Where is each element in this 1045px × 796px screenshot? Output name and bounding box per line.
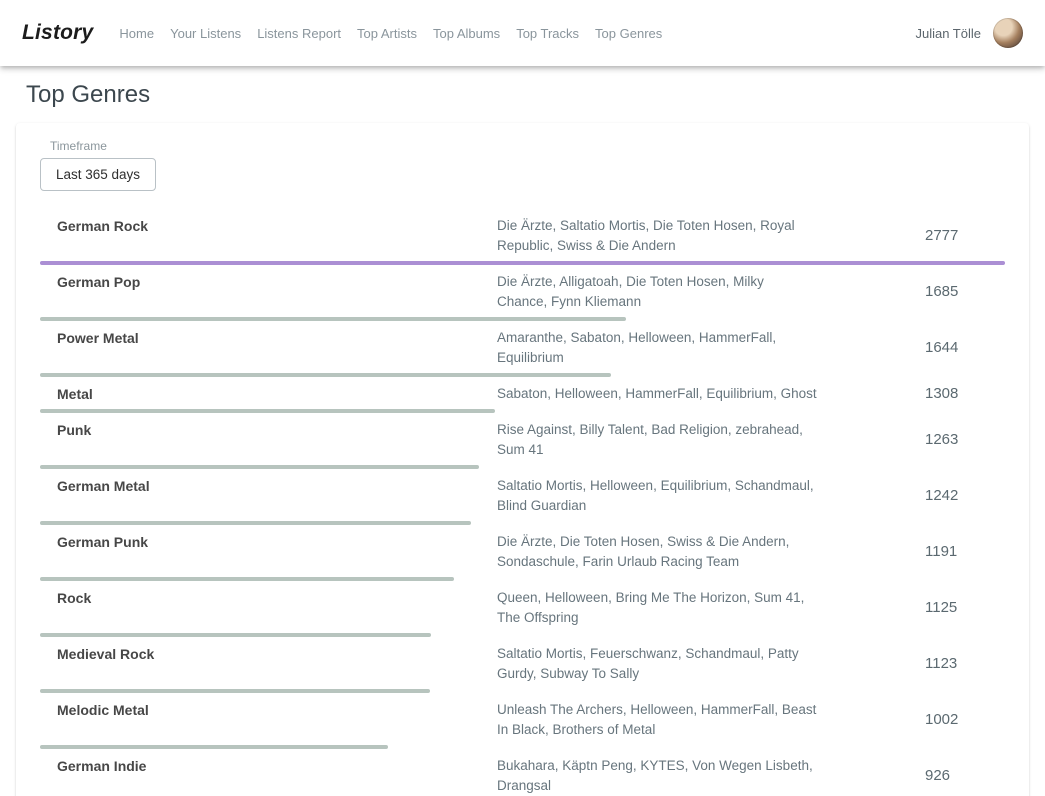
genre-row: Melodic Metal Unleash The Archers, Hello… xyxy=(40,693,1005,749)
user-name: Julian Tölle xyxy=(915,26,981,41)
genre-artists: Unleash The Archers, Helloween, HammerFa… xyxy=(497,700,817,740)
genre-row-content: German Metal Saltatio Mortis, Helloween,… xyxy=(40,476,1005,516)
genre-name: Metal xyxy=(40,384,497,404)
genre-name: Power Metal xyxy=(40,328,497,348)
genre-artists: Amaranthe, Sabaton, Helloween, HammerFal… xyxy=(497,328,817,368)
genre-row-content: German Punk Die Ärzte, Die Toten Hosen, … xyxy=(40,532,1005,572)
genre-artists: Rise Against, Billy Talent, Bad Religion… xyxy=(497,420,817,460)
genre-artists: Bukahara, Käptn Peng, KYTES, Von Wegen L… xyxy=(497,756,817,796)
genre-row: German Pop Die Ärzte, Alligatoah, Die To… xyxy=(40,265,1005,321)
genre-artists: Saltatio Mortis, Feuerschwanz, Schandmau… xyxy=(497,644,817,684)
genre-row: Medieval Rock Saltatio Mortis, Feuerschw… xyxy=(40,637,1005,693)
genre-row-content: Punk Rise Against, Billy Talent, Bad Rel… xyxy=(40,420,1005,460)
nav-item-listens-report[interactable]: Listens Report xyxy=(257,26,341,41)
genre-row-content: Metal Sabaton, Helloween, HammerFall, Eq… xyxy=(40,384,1005,404)
top-genres-card: Timeframe Last 365 days German Rock Die … xyxy=(16,123,1029,796)
genre-count: 926 xyxy=(855,766,1005,786)
timeframe-label: Timeframe xyxy=(50,139,1005,153)
genre-row-content: Rock Queen, Helloween, Bring Me The Hori… xyxy=(40,588,1005,628)
genre-count: 1263 xyxy=(855,430,1005,450)
user-avatar[interactable] xyxy=(993,18,1023,48)
genre-name: German Metal xyxy=(40,476,497,496)
genre-row-content: German Rock Die Ärzte, Saltatio Mortis, … xyxy=(40,216,1005,256)
genre-row: Power Metal Amaranthe, Sabaton, Hellowee… xyxy=(40,321,1005,377)
genre-count: 1308 xyxy=(855,384,1005,404)
app-bar: Listory Home Your Listens Listens Report To… xyxy=(0,0,1045,66)
genre-name: German Indie xyxy=(40,756,497,776)
nav-item-top-albums[interactable]: Top Albums xyxy=(433,26,500,41)
genre-artists: Die Ärzte, Die Toten Hosen, Swiss & Die … xyxy=(497,532,817,572)
page-title: Top Genres xyxy=(26,81,1045,109)
main-nav: Home Your Listens Listens Report Top Artist… xyxy=(119,26,662,41)
nav-item-your-listens[interactable]: Your Listens xyxy=(170,26,241,41)
nav-item-home[interactable]: Home xyxy=(119,26,154,41)
genre-row: Metal Sabaton, Helloween, HammerFall, Eq… xyxy=(40,377,1005,413)
genre-row: Rock Queen, Helloween, Bring Me The Hori… xyxy=(40,581,1005,637)
genre-row-content: Melodic Metal Unleash The Archers, Hello… xyxy=(40,700,1005,740)
genre-artists: Die Ärzte, Alligatoah, Die Toten Hosen, … xyxy=(497,272,817,312)
nav-item-top-artists[interactable]: Top Artists xyxy=(357,26,417,41)
genre-count: 1002 xyxy=(855,710,1005,730)
genre-row-content: Power Metal Amaranthe, Sabaton, Hellowee… xyxy=(40,328,1005,368)
genre-list: German Rock Die Ärzte, Saltatio Mortis, … xyxy=(40,209,1005,796)
genre-count: 1123 xyxy=(855,654,1005,674)
genre-row: German Metal Saltatio Mortis, Helloween,… xyxy=(40,469,1005,525)
genre-name: German Pop xyxy=(40,272,497,292)
genre-name: German Punk xyxy=(40,532,497,552)
genre-count: 2777 xyxy=(855,226,1005,246)
nav-item-top-tracks[interactable]: Top Tracks xyxy=(516,26,579,41)
genre-count: 1191 xyxy=(855,542,1005,562)
nav-item-top-genres[interactable]: Top Genres xyxy=(595,26,662,41)
user-menu: Julian Tölle xyxy=(915,18,1023,48)
genre-row: German Indie Bukahara, Käptn Peng, KYTES… xyxy=(40,749,1005,796)
genre-artists: Die Ärzte, Saltatio Mortis, Die Toten Ho… xyxy=(497,216,817,256)
genre-row: German Punk Die Ärzte, Die Toten Hosen, … xyxy=(40,525,1005,581)
genre-row-content: German Pop Die Ärzte, Alligatoah, Die To… xyxy=(40,272,1005,312)
genre-row: Punk Rise Against, Billy Talent, Bad Rel… xyxy=(40,413,1005,469)
genre-name: Rock xyxy=(40,588,497,608)
genre-artists: Saltatio Mortis, Helloween, Equilibrium,… xyxy=(497,476,817,516)
genre-row-content: German Indie Bukahara, Käptn Peng, KYTES… xyxy=(40,756,1005,796)
genre-count: 1125 xyxy=(855,598,1005,618)
genre-artists: Sabaton, Helloween, HammerFall, Equilibr… xyxy=(497,384,817,404)
genre-count: 1242 xyxy=(855,486,1005,506)
genre-row: German Rock Die Ärzte, Saltatio Mortis, … xyxy=(40,209,1005,265)
timeframe-select[interactable]: Last 365 days xyxy=(40,158,156,191)
genre-name: Punk xyxy=(40,420,497,440)
genre-artists: Queen, Helloween, Bring Me The Horizon, … xyxy=(497,588,817,628)
genre-count: 1685 xyxy=(855,282,1005,302)
genre-count: 1644 xyxy=(855,338,1005,358)
genre-row-content: Medieval Rock Saltatio Mortis, Feuerschw… xyxy=(40,644,1005,684)
brand-logo[interactable]: Listory xyxy=(22,21,93,45)
genre-name: Medieval Rock xyxy=(40,644,497,664)
genre-name: Melodic Metal xyxy=(40,700,497,720)
genre-name: German Rock xyxy=(40,216,497,236)
